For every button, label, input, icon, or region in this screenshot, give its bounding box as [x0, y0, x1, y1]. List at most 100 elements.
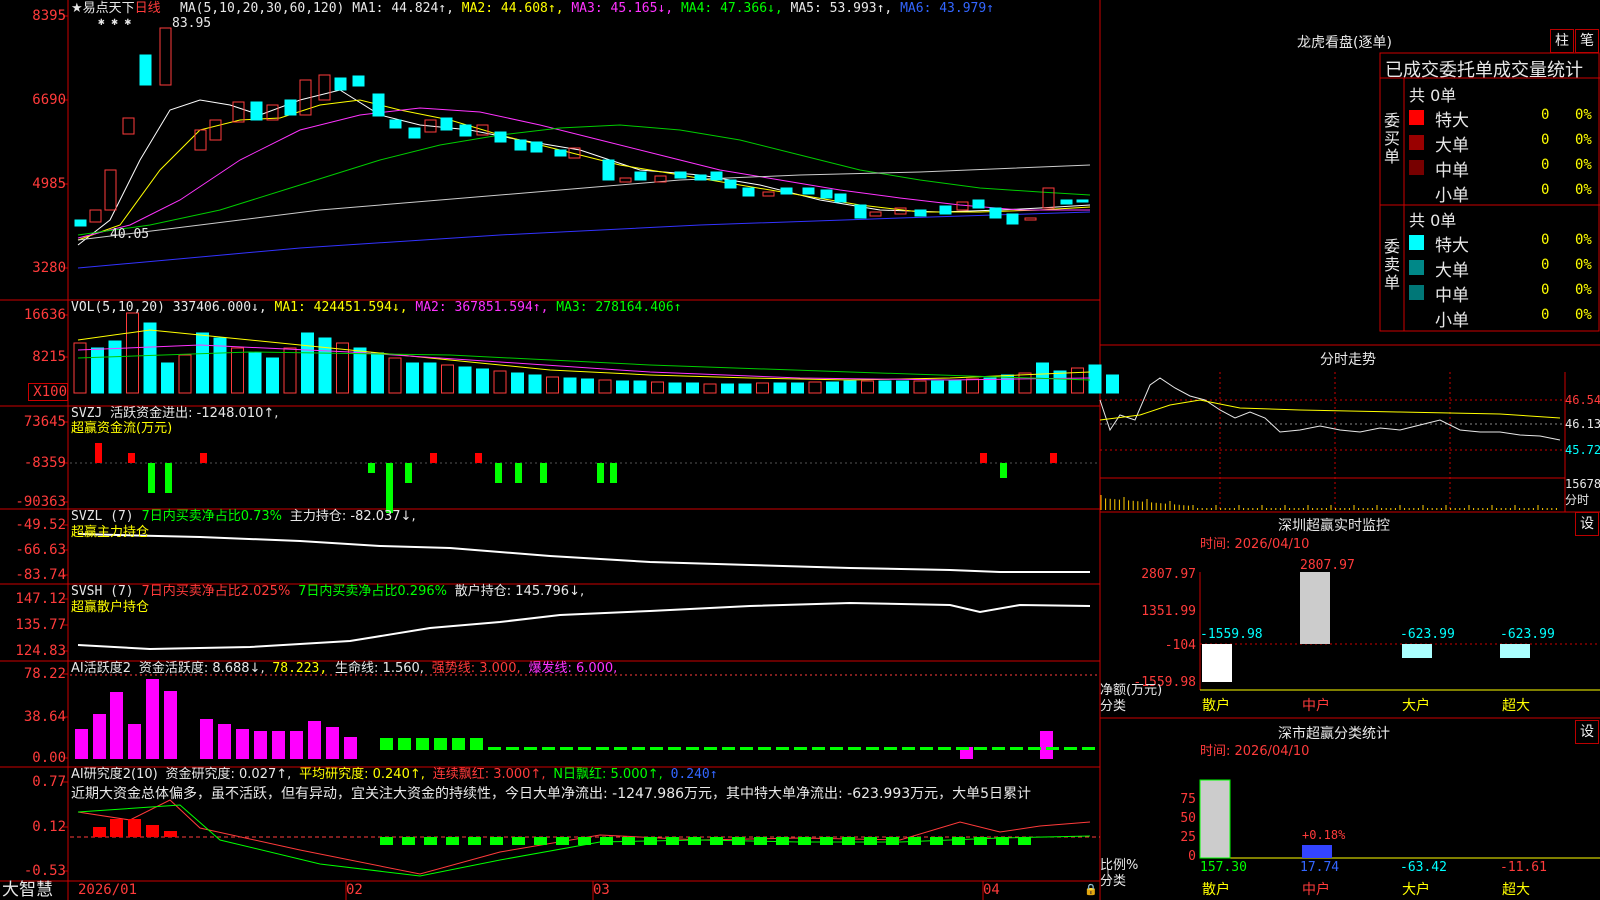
candle-52: [1042, 187, 1055, 209]
ai2-gbar-12: [644, 837, 657, 845]
lock-icon[interactable]: 🔒: [1084, 882, 1098, 897]
vol-bar-47: [896, 380, 909, 394]
ai1-bar-5: [164, 691, 177, 759]
svzl-name[interactable]: SVZL (7): [71, 509, 134, 524]
monitor-labels-cat-2[interactable]: 大户: [1402, 699, 1430, 714]
candle-37: [762, 191, 775, 197]
ai2-gbar-5: [490, 837, 503, 845]
ai1-gbar-27: [866, 747, 879, 750]
svzj-bar-15: [980, 453, 987, 463]
ai1-t2: 78.223,: [272, 661, 328, 676]
vol-bar-51: [966, 378, 979, 394]
event-marks[interactable]: ✱ ✱ ✱: [98, 14, 131, 29]
buy-count-1: 0: [1541, 132, 1550, 148]
low-price-label: 40.05: [110, 227, 150, 242]
fenshi-vol: 15678: [1565, 477, 1600, 491]
sell-swatch-0: [1409, 235, 1424, 250]
svsh-legend: SVSH (7) 7日内买卖净占比2.025% 7日内买卖净占比0.296% 散…: [71, 584, 584, 599]
candle-50: [1006, 213, 1019, 225]
classify-labels-cat-0[interactable]: 散户: [1202, 883, 1230, 898]
vol-bar-38: [738, 383, 752, 394]
vol-params[interactable]: VOL(5,10,20): [71, 300, 165, 315]
ai2-rbar-2: [128, 819, 141, 837]
ai1-bar-4: [146, 679, 159, 759]
bar-mode-button[interactable]: 柱: [1550, 29, 1574, 53]
candle-16: [372, 93, 385, 117]
ai2-gbar-3: [446, 837, 459, 845]
period-label[interactable]: 日线: [135, 1, 161, 16]
ai1-gbar-0: [380, 738, 393, 750]
buy-side-label: 委买单: [1384, 111, 1401, 166]
vol-bar-17: [371, 352, 384, 394]
fenshi-title[interactable]: 分时走势: [1320, 349, 1376, 369]
vol-bar-1: [91, 347, 104, 394]
monitor-labels-value-2: -623.99: [1400, 627, 1455, 642]
candle-35: [724, 179, 737, 189]
ma3-line: [77, 107, 1090, 239]
ai1-gbar-10: [560, 747, 573, 750]
fenshi-avg-line: [1099, 399, 1561, 421]
ai2-name[interactable]: AI研究度2(10): [71, 767, 158, 782]
vol-bar-52: [983, 377, 997, 394]
ma2-line: [77, 99, 1091, 241]
svzj-bar-6: [386, 463, 393, 513]
sell-row-3[interactable]: 小单 0 0%: [1409, 306, 1599, 331]
ai2-t2: 平均研究度: 0.240↑,: [299, 767, 425, 782]
sell-row-1[interactable]: 大单 0 0%: [1409, 256, 1599, 281]
ai1-gbar-26: [848, 747, 861, 750]
monitor-labels-cat-1[interactable]: 中户: [1302, 699, 1330, 714]
monitor-labels-cat-0[interactable]: 散户: [1202, 699, 1230, 714]
ai1-gbar-18: [704, 747, 717, 750]
classify-labels-value-1: 17.74: [1300, 860, 1340, 875]
monitor-bar-1: [1300, 572, 1330, 644]
buy-row-2[interactable]: 中单 0 0%: [1409, 156, 1599, 181]
ai2-t5: 0.240↑: [670, 767, 718, 782]
monitor-settings-button[interactable]: 设: [1575, 512, 1599, 536]
ai2-gbar-18: [776, 837, 789, 845]
ai2-t1: 资金研究度: 0.027↑,: [165, 767, 292, 782]
classify-labels-cat-3[interactable]: 超大: [1502, 883, 1530, 898]
ai1-gbar-19: [722, 747, 735, 750]
monitor-time: 时间: 2026/04/10: [1200, 537, 1310, 552]
buy-count-2: 0: [1541, 157, 1550, 173]
sell-row-0[interactable]: 特大 0 0%: [1409, 231, 1599, 256]
classify-annotation: +0.18%: [1302, 828, 1346, 842]
buy-pct-2: 0%: [1575, 157, 1592, 173]
ai2-gbar-24: [908, 837, 921, 845]
monitor-y-1: 2807.97: [1141, 567, 1196, 582]
sell-name-1: 大单: [1435, 261, 1469, 281]
sell-swatch-2: [1409, 285, 1424, 300]
buy-row-0[interactable]: 特大 0 0%: [1409, 106, 1599, 131]
ai1-bar-11: [290, 731, 303, 759]
svzj-bar-13: [597, 463, 604, 483]
ai1-bar-2: [110, 692, 123, 759]
ai1-gbar-9: [542, 747, 555, 750]
brand-logo[interactable]: 大智慧: [2, 881, 53, 900]
ai1-name[interactable]: AI活跃度2: [71, 661, 131, 676]
buy-row-1[interactable]: 大单 0 0%: [1409, 131, 1599, 156]
classify-labels-cat-2[interactable]: 大户: [1402, 883, 1430, 898]
vol-bar-18: [388, 357, 402, 394]
favorite-star-icon[interactable]: ★: [71, 1, 83, 16]
candle-46: [939, 205, 952, 215]
svsh-name[interactable]: SVSH (7): [71, 584, 134, 599]
monitor-labels-cat-3[interactable]: 超大: [1502, 699, 1530, 714]
svzj-bar-2: [148, 463, 155, 493]
candle-49: [989, 207, 1002, 219]
svzj-value: 活跃资金进出: -1248.010↑,: [110, 406, 279, 421]
svzj-bar-7: [405, 463, 412, 483]
tick-mode-button[interactable]: 笔: [1575, 29, 1599, 53]
classify-settings-button[interactable]: 设: [1575, 720, 1599, 744]
classify-labels-value-3: -11.61: [1500, 860, 1547, 875]
ai2-gbar-14: [688, 837, 701, 845]
buy-row-3[interactable]: 小单 0 0%: [1409, 181, 1599, 206]
candle-33: [694, 174, 707, 181]
sell-row-2[interactable]: 中单 0 0%: [1409, 281, 1599, 306]
vol-bar-4: [143, 322, 157, 394]
ai2-gbar-10: [600, 837, 613, 845]
vol-unit-label[interactable]: X100: [28, 383, 68, 401]
classify-labels-cat-1[interactable]: 中户: [1302, 883, 1330, 898]
svzj-name[interactable]: SVZJ: [71, 406, 102, 421]
ma-params[interactable]: MA(5,10,20,30,60,120): [180, 1, 344, 16]
ai2-rbar-3: [146, 825, 159, 837]
